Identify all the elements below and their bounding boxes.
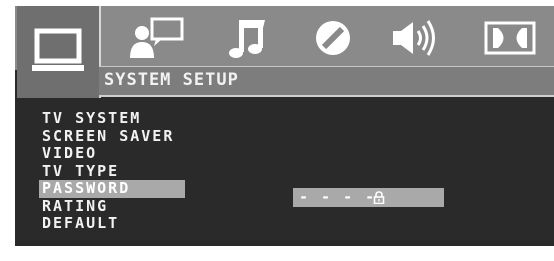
menu-item-tv-type[interactable]: TV TYPE (42, 162, 185, 181)
tab-dolby[interactable] (480, 6, 540, 70)
menu-item-video[interactable]: VIDEO (42, 144, 185, 163)
lock-icon (373, 191, 385, 204)
dolby-icon (484, 20, 536, 56)
tab-system[interactable] (17, 6, 101, 98)
tab-speaker[interactable] (384, 6, 444, 70)
circle-slash-icon (313, 18, 353, 58)
password-field[interactable]: - - - - (293, 188, 444, 207)
tab-audio[interactable] (222, 6, 272, 70)
music-note-icon (227, 16, 267, 60)
page-title: SYSTEM SETUP (104, 70, 239, 90)
monitor-icon (30, 28, 86, 76)
menu-item-tv-system[interactable]: TV SYSTEM (42, 109, 185, 128)
menu-item-default[interactable]: DEFAULT (42, 214, 185, 233)
speaker-volume-icon (387, 18, 441, 58)
tab-language[interactable] (126, 6, 188, 70)
setup-menu: TV SYSTEM SCREEN SAVER VIDEO TV TYPE PAS… (39, 109, 185, 233)
tab-video[interactable] (308, 6, 358, 70)
user-speech-icon (128, 16, 186, 60)
menu-item-rating[interactable]: RATING (42, 197, 185, 216)
password-value: - - - - (299, 188, 377, 206)
menu-item-screen-saver[interactable]: SCREEN SAVER (42, 127, 185, 146)
menu-item-password[interactable]: PASSWORD (39, 179, 185, 198)
